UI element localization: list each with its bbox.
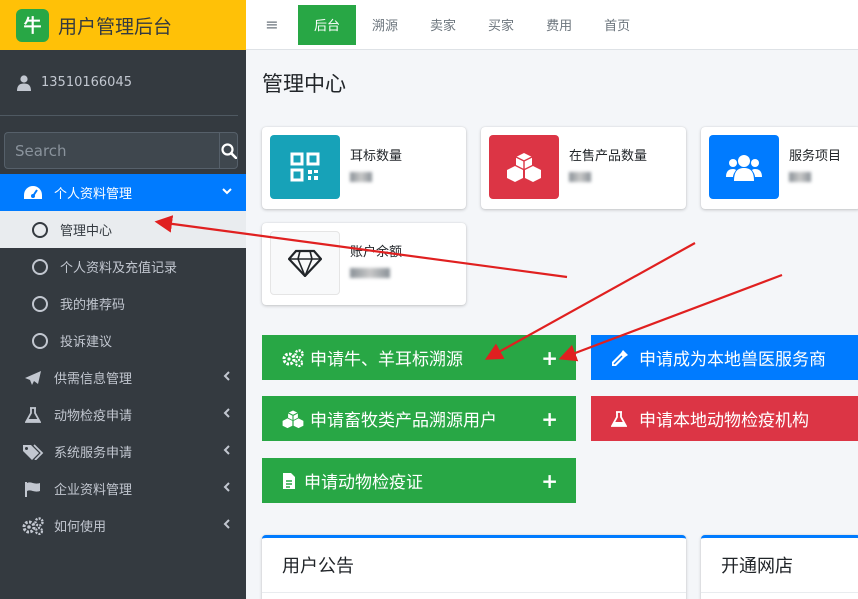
info-box-products-on-sale[interactable]: 在售产品数量 [481,127,686,209]
qrcode-icon [270,135,340,199]
action-label: 申请动物检疫证 [304,473,423,493]
info-box-label: 服务项目 [789,149,842,164]
sidebar-item-quarantine-application[interactable]: 动物检疫申请 [0,396,246,433]
nav-link-trace[interactable]: 溯源 [356,5,414,45]
user-panel: 13510166045 [0,50,238,116]
chevron-left-icon [223,445,230,455]
tachometer-icon [22,184,44,202]
nav-link-buyer[interactable]: 买家 [472,5,530,45]
apply-quarantine-agency-button[interactable]: 申请本地动物检疫机构 [591,396,858,441]
brand-logo: 牛 [16,8,49,42]
sidebar-subitem-complaints[interactable]: 投诉建议 [0,322,246,359]
brand-title: 用户管理后台 [58,15,173,38]
apply-local-vet-button[interactable]: 申请成为本地兽医服务商 [591,335,858,380]
user-icon [17,74,31,91]
cubes-icon [489,135,559,199]
action-label: 申请成为本地兽医服务商 [639,350,826,370]
flask-icon [22,406,44,424]
info-box-label: 耳标数量 [350,149,403,164]
sidebar-subitem-referral-code[interactable]: 我的推荐码 [0,285,246,322]
apply-ear-tag-trace-button[interactable]: 申请牛、羊耳标溯源 + [262,335,576,380]
flask-icon [611,410,633,428]
search-button[interactable] [219,132,238,169]
sidebar-item-label: 企业资料管理 [54,483,133,498]
search-icon [220,142,237,159]
chevron-left-icon [223,482,230,492]
cogs-icon [22,516,44,535]
sidebar-item-label: 系统服务申请 [54,446,133,461]
sidebar-item-how-to-use[interactable]: 如何使用 [0,507,246,544]
nav-link-fees[interactable]: 费用 [530,5,588,45]
action-label: 申请畜牧类产品溯源用户 [310,411,497,431]
brand[interactable]: 牛 用户管理后台 [0,0,246,50]
sidebar-subitem-label: 我的推荐码 [60,298,126,313]
nav-link-home[interactable]: 首页 [588,5,646,45]
flag-icon [22,480,44,498]
circle-icon [32,295,48,312]
chevron-left-icon [223,371,230,381]
user-name[interactable]: 13510166045 [41,75,132,90]
info-box-label: 在售产品数量 [569,149,648,164]
redacted-value [350,268,390,278]
nav-link-backend[interactable]: 后台 [298,4,357,45]
card-title: 开通网店 [701,538,858,593]
chevron-left-icon [223,408,230,418]
chevron-left-icon [223,519,230,529]
sidebar-subitem-dashboard[interactable]: 管理中心 [0,211,246,248]
circle-icon [32,258,48,275]
redacted-value [350,172,372,182]
sidebar-item-label: 如何使用 [54,520,107,535]
sidebar-subitem-label: 投诉建议 [60,335,113,350]
info-box-label: 账户余额 [350,245,403,260]
card-title: 用户公告 [262,538,686,593]
search-bar [4,132,238,169]
plus-icon: + [541,346,558,370]
eyedropper-icon [611,349,633,367]
cubes-icon [282,409,304,428]
info-box-ear-tags[interactable]: 耳标数量 [262,127,466,209]
sidebar-item-system-service[interactable]: 系统服务申请 [0,433,246,470]
sidebar-subitem-label: 个人资料及充值记录 [60,261,178,276]
sidebar-subitem-label: 管理中心 [60,224,113,239]
plus-icon: + [541,469,558,493]
apply-livestock-product-trace-button[interactable]: 申请畜牧类产品溯源用户 + [262,396,576,441]
info-box-service-items[interactable]: 服务项目 [701,127,858,209]
sidebar-item-label: 动物检疫申请 [54,409,133,424]
redacted-value [569,172,591,182]
plus-icon: + [541,407,558,431]
sidebar-item-supply-demand[interactable]: 供需信息管理 [0,359,246,396]
sidebar-subitem-profile-recharge[interactable]: 个人资料及充值记录 [0,248,246,285]
apply-quarantine-certificate-button[interactable]: 申请动物检疫证 + [262,458,576,503]
action-label: 申请本地动物检疫机构 [639,411,809,431]
top-navbar: ≡ 后台 溯源 卖家 买家 费用 首页 [246,0,858,50]
send-icon [22,369,44,387]
circle-icon [32,332,48,349]
sidebar-item-label: 个人资料管理 [54,187,133,202]
sidebar-item-profile-management[interactable]: 个人资料管理 [0,174,246,211]
page-title: 管理中心 [262,72,346,96]
chevron-down-icon [222,188,232,195]
users-icon [709,135,779,199]
nav-link-seller[interactable]: 卖家 [414,5,472,45]
card-user-announcement: 用户公告 [262,535,686,599]
card-open-store: 开通网店 [701,535,858,599]
tags-icon [22,443,44,461]
menu-toggle-icon[interactable]: ≡ [246,15,298,34]
sidebar: 牛 用户管理后台 13510166045 个人资料管理 管理中心 [0,0,246,599]
circle-icon [32,221,48,238]
info-box-account-balance[interactable]: 账户余额 [262,223,466,305]
file-text-icon [282,472,298,490]
sidebar-menu: 个人资料管理 管理中心 个人资料及充值记录 我的推荐码 投诉建议 供需信息管理 [0,174,246,544]
sidebar-item-enterprise-profile[interactable]: 企业资料管理 [0,470,246,507]
cogs-icon [282,348,304,367]
search-input[interactable] [4,132,219,169]
redacted-value [789,172,811,182]
action-label: 申请牛、羊耳标溯源 [310,350,463,370]
sidebar-item-label: 供需信息管理 [54,372,133,387]
diamond-icon [270,231,340,295]
